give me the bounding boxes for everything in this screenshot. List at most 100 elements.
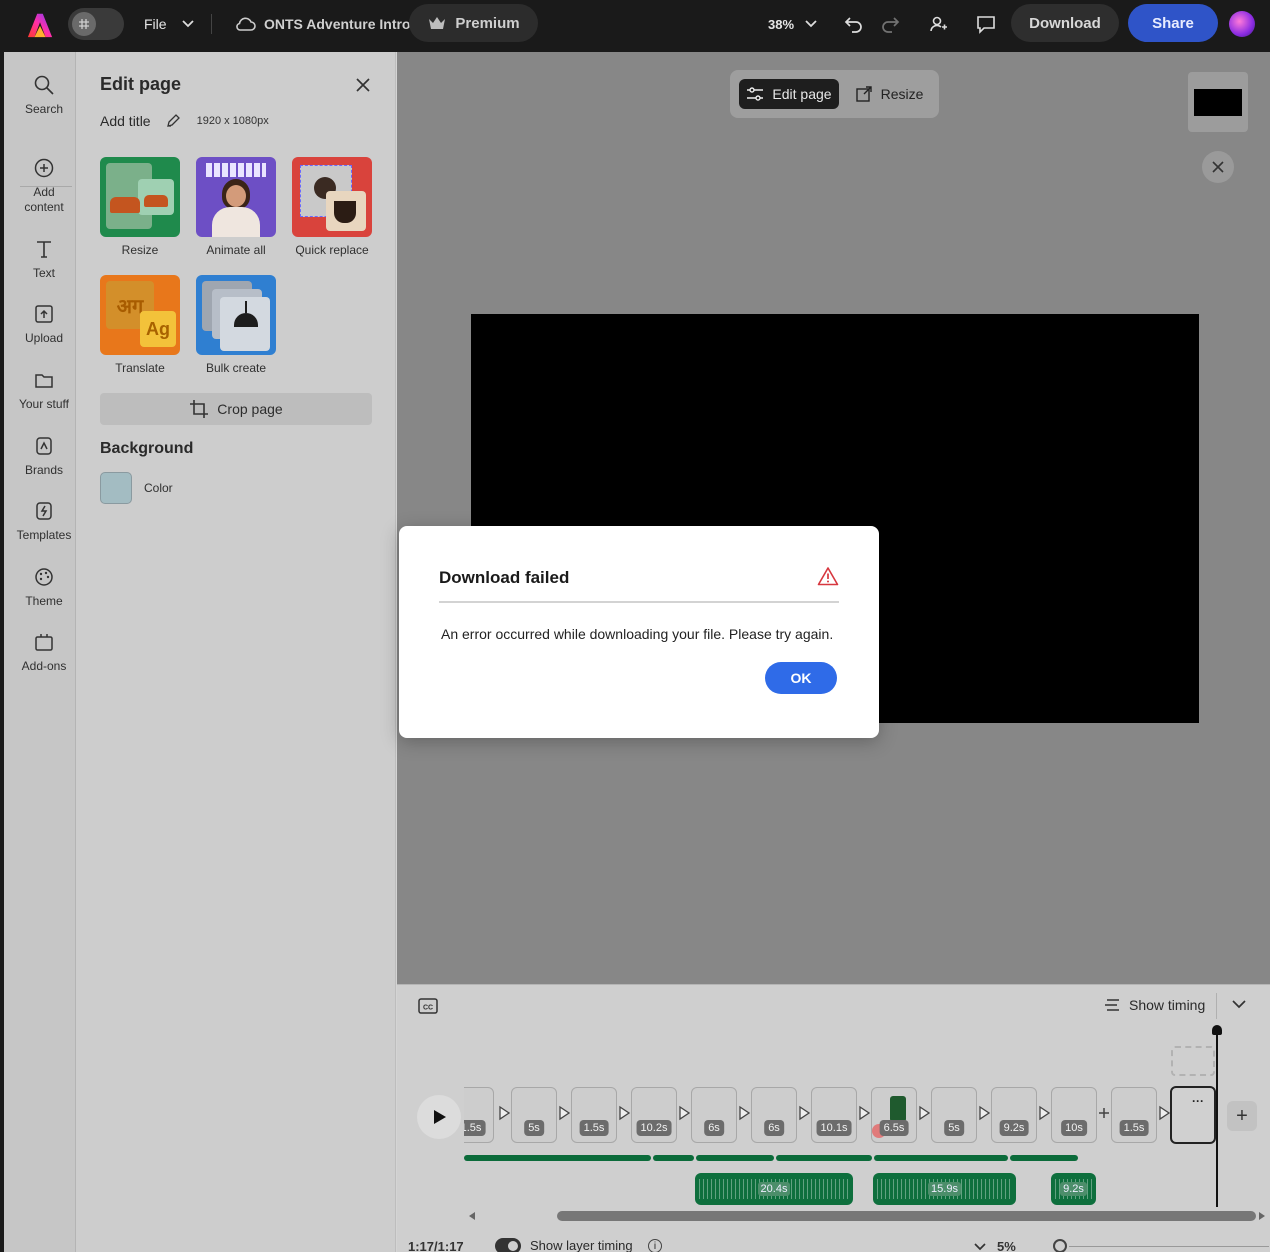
document-title[interactable]: ONTS Adventure Intro: [228, 8, 417, 40]
rail-item-upload[interactable]: Upload: [8, 303, 80, 346]
transition-icon[interactable]: [1157, 1105, 1171, 1121]
download-failed-dialog: Download failed An error occurred while …: [399, 526, 879, 738]
crop-page-label: Crop page: [217, 401, 283, 417]
transition-icon[interactable]: [557, 1105, 571, 1121]
rail-item-text[interactable]: Text: [8, 238, 80, 281]
rail-item-your-stuff[interactable]: Your stuff: [8, 369, 80, 412]
close-icon[interactable]: [352, 74, 374, 96]
rail-item-add-ons[interactable]: Add-ons: [8, 631, 80, 674]
transition-icon[interactable]: [1037, 1105, 1051, 1121]
premium-button[interactable]: Premium: [409, 4, 538, 42]
resize-label: Resize: [880, 86, 924, 102]
playhead[interactable]: [1216, 1029, 1218, 1207]
time-readout: 1:17/1:17: [408, 1239, 464, 1252]
scene-track-bar: [696, 1155, 774, 1161]
transition-icon[interactable]: [917, 1105, 931, 1121]
add-transition-icon[interactable]: [1097, 1105, 1111, 1121]
audio-clip[interactable]: 20.4s: [695, 1173, 853, 1205]
scrollbar-thumb[interactable]: [557, 1211, 1256, 1221]
crop-page-button[interactable]: Crop page: [100, 393, 372, 425]
rail-label: Upload: [24, 331, 64, 345]
scene-track-bar: [874, 1155, 1008, 1161]
selected-scene[interactable]: ···: [1170, 1086, 1216, 1144]
undo-icon[interactable]: [840, 10, 868, 38]
scene-thumbnail[interactable]: 1.5s: [1111, 1087, 1157, 1143]
transition-icon[interactable]: [977, 1105, 991, 1121]
adobe-express-logo[interactable]: [24, 10, 56, 40]
scene-thumbnail[interactable]: 1.5s: [464, 1087, 494, 1143]
resize-icon: [855, 86, 872, 102]
rail-item-search[interactable]: Search: [8, 74, 80, 117]
folder-icon: [35, 374, 53, 388]
background-color-swatch[interactable]: [100, 472, 132, 504]
edit-page-button[interactable]: Edit page: [739, 79, 839, 109]
home-toggle[interactable]: [68, 8, 124, 40]
resize-card[interactable]: Resize: [100, 157, 180, 257]
rail-label: Templates: [16, 528, 72, 542]
scene-thumbnail[interactable]: 1.5s: [571, 1087, 617, 1143]
transition-icon[interactable]: [737, 1105, 751, 1121]
ok-button[interactable]: OK: [765, 662, 837, 694]
redo-icon[interactable]: [876, 10, 904, 38]
info-icon[interactable]: i: [648, 1239, 662, 1252]
transition-icon[interactable]: [857, 1105, 871, 1121]
quick-replace-card[interactable]: Quick replace: [292, 157, 372, 257]
playhead-handle[interactable]: [1212, 1025, 1222, 1035]
scene-thumbnail[interactable]: 5s: [931, 1087, 977, 1143]
layer-timing-toggle[interactable]: [495, 1238, 521, 1252]
play-button[interactable]: [417, 1095, 461, 1139]
rail-item-theme[interactable]: Theme: [8, 566, 80, 609]
pencil-icon[interactable]: [165, 113, 181, 129]
share-button[interactable]: Share: [1128, 4, 1218, 42]
show-timing-label: Show timing: [1129, 997, 1206, 1013]
resize-thumbnail: [100, 157, 180, 237]
show-timing-button[interactable]: Show timing: [1103, 997, 1205, 1013]
scene-thumbnail[interactable]: 10.2s: [631, 1087, 677, 1143]
transition-icon[interactable]: [677, 1105, 691, 1121]
chevron-down-icon[interactable]: [1231, 997, 1251, 1017]
add-title-row[interactable]: Add title 1920 x 1080px: [100, 113, 269, 129]
crop-icon: [190, 400, 209, 418]
scene-thumbnail[interactable]: 9.2s: [991, 1087, 1037, 1143]
avatar[interactable]: [1229, 11, 1255, 37]
resize-button[interactable]: Resize: [848, 79, 930, 109]
rail-item-templates[interactable]: Templates: [8, 500, 80, 543]
zoom-dropdown[interactable]: 38%: [760, 8, 826, 40]
zoom-slider-handle[interactable]: [1053, 1239, 1067, 1252]
scene-thumbnail[interactable]: 6s: [691, 1087, 737, 1143]
more-icon[interactable]: ···: [1192, 1094, 1204, 1108]
transition-icon[interactable]: [617, 1105, 631, 1121]
close-icon[interactable]: [1202, 151, 1234, 183]
transition-icon[interactable]: [797, 1105, 811, 1121]
audio-clip[interactable]: 9.2s: [1051, 1173, 1096, 1205]
scene-thumbnail[interactable]: 6s: [751, 1087, 797, 1143]
card-label: Translate: [115, 361, 165, 375]
premium-label: Premium: [455, 14, 520, 32]
page-thumbnail[interactable]: [1188, 72, 1248, 132]
translate-card[interactable]: अग Ag Translate: [100, 275, 180, 375]
scene-duration: 1.5s: [579, 1120, 609, 1136]
drop-placeholder: [1171, 1046, 1215, 1076]
layer-timing-label: Show layer timing: [530, 1238, 633, 1252]
timeline-zoom-dropdown[interactable]: 5%: [973, 1239, 1016, 1252]
scene-thumbnail[interactable]: 6.5s: [871, 1087, 917, 1143]
scene-thumbnail[interactable]: 10.1s: [811, 1087, 857, 1143]
download-button[interactable]: Download: [1011, 4, 1119, 42]
zoom-slider-track[interactable]: [1069, 1246, 1269, 1247]
rail-item-brands[interactable]: Brands: [8, 435, 80, 478]
rail-item-add-content[interactable]: Add content: [8, 157, 80, 215]
file-menu[interactable]: File: [136, 8, 203, 40]
captions-icon[interactable]: CC: [417, 997, 439, 1015]
animate-all-card[interactable]: Animate all: [196, 157, 276, 257]
transition-icon[interactable]: [497, 1105, 511, 1121]
invite-icon[interactable]: [924, 10, 952, 38]
comment-icon[interactable]: [972, 10, 1000, 38]
scene-duration: 1.5s: [1119, 1120, 1149, 1136]
grid-icon: [72, 12, 96, 36]
scene-thumbnail[interactable]: 5s: [511, 1087, 557, 1143]
add-title-label: Add title: [100, 113, 151, 129]
add-scene-button[interactable]: +: [1227, 1101, 1257, 1131]
bulk-create-card[interactable]: Bulk create: [196, 275, 276, 375]
scene-thumbnail[interactable]: 10s: [1051, 1087, 1097, 1143]
audio-clip[interactable]: 15.9s: [873, 1173, 1016, 1205]
